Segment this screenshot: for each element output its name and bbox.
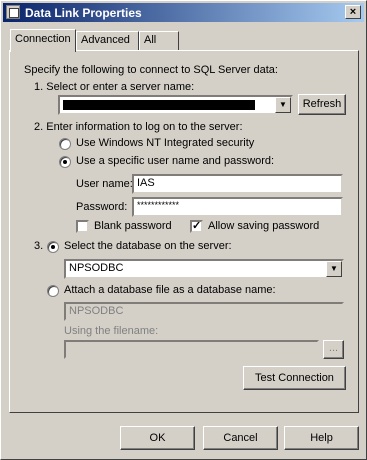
step3-prefix: 3. bbox=[34, 240, 44, 252]
database-dropdown-button[interactable]: ▼ bbox=[326, 261, 342, 277]
filename-label: Using the filename: bbox=[64, 325, 159, 337]
tab-connection[interactable]: Connection bbox=[10, 29, 76, 52]
help-button-label: Help bbox=[310, 432, 333, 444]
checkmark-icon: ✓ bbox=[192, 220, 202, 232]
attach-database-label[interactable]: Attach a database file as a database nam… bbox=[64, 284, 276, 296]
test-connection-button[interactable]: Test Connection bbox=[243, 366, 346, 390]
nt-security-label[interactable]: Use Windows NT Integrated security bbox=[76, 137, 254, 149]
radio-attach-database[interactable] bbox=[47, 285, 59, 297]
refresh-button[interactable]: Refresh bbox=[298, 94, 346, 115]
radio-nt-security[interactable] bbox=[59, 138, 71, 150]
step1-label: 1. Select or enter a server name: bbox=[34, 81, 195, 93]
password-input[interactable]: ************ bbox=[132, 197, 343, 217]
title-bar[interactable]: Data Link Properties × bbox=[3, 3, 364, 22]
close-button[interactable]: × bbox=[345, 5, 361, 19]
specific-user-label[interactable]: Use a specific user name and password: bbox=[76, 155, 274, 167]
browse-button-label: ... bbox=[328, 342, 339, 354]
filename-input[interactable] bbox=[64, 340, 319, 359]
redacted-server-name bbox=[63, 100, 255, 110]
ok-button-label: OK bbox=[149, 432, 166, 444]
browse-button[interactable]: ... bbox=[323, 340, 344, 359]
tab-advanced-label: Advanced bbox=[81, 34, 130, 46]
cancel-button[interactable]: Cancel bbox=[203, 426, 278, 450]
chevron-down-icon: ▼ bbox=[330, 264, 338, 273]
intro-text: Specify the following to connect to SQL … bbox=[24, 64, 278, 76]
window-icon bbox=[6, 5, 20, 19]
radio-select-database[interactable] bbox=[47, 241, 59, 253]
test-connection-label: Test Connection bbox=[255, 372, 334, 384]
user-name-input[interactable]: IAS bbox=[132, 174, 343, 194]
tab-advanced[interactable]: Advanced bbox=[76, 31, 139, 50]
allow-saving-checkbox[interactable]: ✓ bbox=[190, 220, 203, 233]
ok-button[interactable]: OK bbox=[120, 426, 195, 450]
blank-password-label[interactable]: Blank password bbox=[94, 220, 172, 232]
user-name-label: User name: bbox=[76, 178, 133, 190]
tab-connection-label: Connection bbox=[15, 33, 71, 45]
dialog-window: Data Link Properties × Connection Advanc… bbox=[0, 0, 367, 460]
select-database-label[interactable]: Select the database on the server: bbox=[64, 240, 232, 252]
window-title: Data Link Properties bbox=[25, 6, 142, 20]
cancel-button-label: Cancel bbox=[223, 432, 258, 444]
database-combobox[interactable]: NPSODBC ▼ bbox=[64, 259, 344, 279]
close-icon: × bbox=[349, 6, 357, 18]
blank-password-checkbox[interactable] bbox=[76, 220, 89, 233]
database-value: NPSODBC bbox=[69, 262, 124, 274]
server-name-combobox[interactable]: ▼ bbox=[58, 95, 293, 115]
step2-label: 2. Enter information to log on to the se… bbox=[34, 121, 243, 133]
password-label: Password: bbox=[76, 201, 128, 213]
allow-saving-label[interactable]: Allow saving password bbox=[208, 220, 319, 232]
refresh-button-label: Refresh bbox=[302, 98, 342, 110]
tab-all-label: All bbox=[144, 34, 157, 46]
help-button[interactable]: Help bbox=[284, 426, 359, 450]
chevron-down-icon: ▼ bbox=[279, 100, 287, 109]
radio-specific-user[interactable] bbox=[59, 156, 71, 168]
tab-all[interactable]: All bbox=[139, 31, 179, 50]
attach-database-input[interactable]: NPSODBC bbox=[64, 302, 344, 321]
server-dropdown-button[interactable]: ▼ bbox=[275, 97, 291, 113]
